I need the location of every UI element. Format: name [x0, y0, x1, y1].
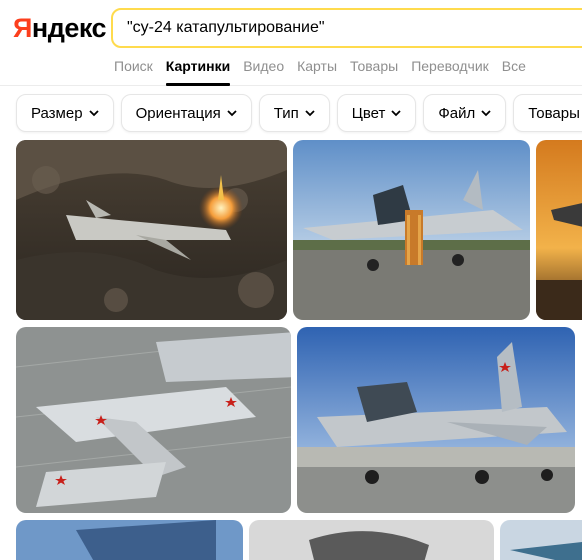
image-result-partial-jet[interactable]: [500, 520, 582, 560]
filter-bar: Размер Ориентация Тип Цвет Файл Товары: [16, 94, 582, 132]
filter-file-button[interactable]: Файл: [423, 94, 507, 132]
filter-size-label: Размер: [31, 104, 83, 122]
image-result-sunset-partial[interactable]: [536, 140, 582, 320]
image-result-taxiing-airfield[interactable]: [297, 327, 575, 513]
tab-products[interactable]: Товары: [350, 58, 398, 86]
jets-parked-photo: [16, 327, 291, 513]
logo-first-letter: Я: [13, 13, 32, 43]
tab-search[interactable]: Поиск: [114, 58, 153, 86]
image-result-blue-jet[interactable]: [16, 520, 243, 560]
search-tabs: Поиск Картинки Видео Карты Товары Перево…: [114, 58, 539, 86]
cockpit-bw-photo: [249, 520, 494, 560]
chevron-down-icon: [88, 110, 99, 117]
filter-color-label: Цвет: [351, 104, 386, 122]
jet-sunset-photo: [536, 140, 582, 320]
filter-type-label: Тип: [273, 104, 299, 122]
tab-translator[interactable]: Переводчик: [411, 58, 489, 86]
jet-taxiing-photo: [297, 327, 575, 513]
jet-ladder-photo: [293, 140, 530, 320]
image-result-ejection-forest[interactable]: [16, 140, 287, 320]
chevron-down-icon: [305, 110, 315, 117]
jet-blue-photo: [16, 520, 243, 560]
tab-images[interactable]: Картинки: [165, 58, 231, 86]
search-input[interactable]: "су-24 катапультирование": [111, 8, 582, 48]
filter-size-button[interactable]: Размер: [16, 94, 114, 132]
jet-ejection-photo: [16, 140, 287, 320]
yandex-logo[interactable]: Яндекс: [13, 13, 107, 43]
header: Яндекс "су-24 катапультирование" Поиск К…: [0, 0, 582, 86]
filter-orientation-label: Ориентация: [135, 104, 221, 122]
filter-products-label: Товары: [528, 104, 580, 122]
image-result-cockpit-bw[interactable]: [249, 520, 494, 560]
chevron-down-icon: [481, 110, 491, 117]
logo-rest: ндекс: [31, 13, 107, 43]
chevron-down-icon: [227, 110, 237, 117]
filter-color-button[interactable]: Цвет: [336, 94, 417, 132]
filter-products-button[interactable]: Товары: [513, 94, 582, 132]
jet-partial-photo: [500, 520, 582, 560]
tab-video[interactable]: Видео: [243, 58, 284, 86]
filter-file-label: Файл: [438, 104, 476, 122]
chevron-down-icon: [391, 110, 401, 117]
search-query-text: "су-24 катапультирование": [127, 19, 325, 36]
filter-type-button[interactable]: Тип: [258, 94, 330, 132]
tab-maps[interactable]: Карты: [297, 58, 337, 86]
tab-all[interactable]: Все: [502, 58, 526, 86]
filter-orientation-button[interactable]: Ориентация: [120, 94, 252, 132]
image-result-parked-row[interactable]: [16, 327, 291, 513]
image-result-ladder-airfield[interactable]: [293, 140, 530, 320]
